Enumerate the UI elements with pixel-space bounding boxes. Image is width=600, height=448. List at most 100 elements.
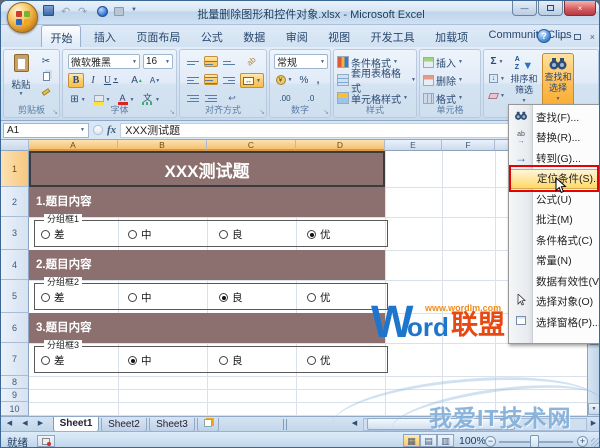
radio-option[interactable]: 良: [219, 354, 243, 367]
scroll-down-icon[interactable]: ▼: [588, 403, 599, 415]
font-dialog-launcher-icon[interactable]: ↘: [169, 109, 175, 116]
radio-option[interactable]: 中: [128, 228, 152, 241]
sheet-tab-sheet2[interactable]: Sheet2: [101, 418, 147, 432]
tab-split-handle[interactable]: [283, 419, 287, 430]
radio-option[interactable]: 差: [41, 291, 65, 304]
select-all-corner[interactable]: [1, 140, 29, 151]
redo-icon[interactable]: ↷: [78, 5, 87, 18]
radio-option[interactable]: 差: [41, 354, 65, 367]
font-name-select[interactable]: 微软雅黑 ▼: [68, 54, 140, 69]
autosum-icon[interactable]: Σ ▼: [488, 55, 506, 68]
column-header-f[interactable]: F: [442, 140, 495, 151]
column-header-e[interactable]: E: [385, 140, 442, 151]
copy-icon[interactable]: [38, 70, 54, 83]
row-header-10[interactable]: 10: [1, 402, 29, 416]
menu-item-data-validation[interactable]: 数据有效性(V): [509, 271, 599, 292]
radio-option-selected[interactable]: 优: [307, 228, 331, 241]
macro-record-button[interactable]: [37, 435, 55, 447]
row-header-1[interactable]: 1: [1, 151, 29, 187]
row-header-3[interactable]: 3: [1, 217, 29, 250]
office-button[interactable]: [7, 2, 38, 33]
tab-home[interactable]: 开始: [41, 25, 82, 49]
radio-option[interactable]: 差: [41, 228, 65, 241]
italic-button[interactable]: I: [86, 73, 100, 88]
hscroll-right-icon[interactable]: ▶: [588, 417, 599, 431]
decrease-indent-icon[interactable]: [186, 92, 200, 103]
align-bottom-icon[interactable]: [222, 56, 236, 67]
name-box[interactable]: A1 ▼: [3, 122, 89, 138]
radio-option-selected[interactable]: 良: [219, 291, 243, 304]
row-header-6[interactable]: 6: [1, 313, 29, 343]
number-format-select[interactable]: 常规 ▼: [274, 54, 328, 69]
row-header-7[interactable]: 7: [1, 343, 29, 376]
workbook-minimize-icon[interactable]: —: [558, 32, 567, 42]
qat-more-dropdown-icon[interactable]: ▼: [131, 7, 137, 13]
restore-button[interactable]: [538, 1, 563, 19]
section-heading-2[interactable]: 2.题目内容: [29, 250, 385, 280]
format-as-table-button[interactable]: 套用表格格式 ▼: [337, 69, 416, 95]
tab-page-layout[interactable]: 页面布局: [128, 25, 188, 48]
clip-icon[interactable]: [114, 7, 124, 19]
cut-icon[interactable]: ✂: [38, 55, 54, 68]
delete-cells-button[interactable]: 删除 ▼: [423, 71, 463, 89]
prev-sheet-icon[interactable]: ◀: [19, 417, 30, 431]
menu-item-comments[interactable]: 批注(M): [509, 210, 599, 231]
sheet-tab-sheet3[interactable]: Sheet3: [149, 418, 195, 432]
close-button[interactable]: ×: [564, 1, 596, 19]
workbook-close-icon[interactable]: ×: [590, 32, 595, 42]
name-box-dropdown-icon[interactable]: ▼: [80, 127, 85, 133]
menu-item-find[interactable]: 查找(F)...: [509, 107, 599, 128]
zoom-level-label[interactable]: 100%: [459, 435, 486, 447]
minimize-button[interactable]: —: [512, 1, 537, 19]
column-header-a[interactable]: A: [29, 140, 118, 151]
page-layout-view-button[interactable]: ▤: [420, 434, 437, 447]
tab-formulas[interactable]: 公式: [193, 25, 231, 48]
find-select-button[interactable]: 查找和选择 ▼: [542, 53, 574, 111]
tab-insert[interactable]: 插入: [86, 25, 124, 48]
radio-option-selected[interactable]: 中: [128, 354, 152, 367]
next-sheet-icon[interactable]: ▶: [35, 417, 46, 431]
menu-item-conditional-formatting[interactable]: 条件格式(C): [509, 230, 599, 251]
paste-button[interactable]: 粘贴 ▼: [8, 54, 34, 104]
zoom-out-icon[interactable]: −: [485, 436, 496, 447]
orientation-icon[interactable]: ab: [240, 50, 263, 72]
help-icon[interactable]: ?: [537, 29, 551, 43]
sort-filter-button[interactable]: AZ ▼ 排序和筛选 ▼: [508, 53, 540, 111]
currency-icon[interactable]: ¥ ▼: [274, 73, 294, 87]
menu-item-select-objects[interactable]: 选择对象(O): [509, 292, 599, 313]
page-break-view-button[interactable]: ▥: [437, 434, 454, 447]
menu-item-selection-pane[interactable]: 选择窗格(P)...: [509, 312, 599, 333]
row-header-8[interactable]: 8: [1, 376, 29, 389]
increase-indent-icon[interactable]: [204, 92, 218, 103]
number-dialog-launcher-icon[interactable]: ↘: [323, 109, 329, 116]
record-icon[interactable]: [97, 6, 108, 20]
align-top-icon[interactable]: [186, 56, 200, 67]
column-header-c[interactable]: C: [207, 140, 296, 151]
workbook-restore-icon[interactable]: [574, 32, 581, 42]
resize-grip[interactable]: [591, 438, 599, 447]
first-sheet-icon[interactable]: ◀: [4, 417, 15, 431]
menu-item-goto[interactable]: → 转到(G)...: [509, 148, 599, 169]
row-header-2[interactable]: 2: [1, 187, 29, 217]
percent-icon[interactable]: %: [298, 73, 310, 87]
tab-developer[interactable]: 开发工具: [363, 25, 423, 48]
shrink-font-icon[interactable]: A ▼: [147, 73, 163, 88]
menu-item-replace[interactable]: ab → 替换(R)...: [509, 128, 599, 149]
radio-option[interactable]: 优: [307, 354, 331, 367]
column-header-b[interactable]: B: [118, 140, 207, 151]
fill-icon[interactable]: ↓ ▼: [488, 72, 506, 85]
menu-item-constants[interactable]: 常量(N): [509, 251, 599, 272]
tab-addins[interactable]: 加载项: [427, 25, 476, 48]
format-painter-icon[interactable]: [38, 85, 54, 98]
align-right-icon[interactable]: [222, 74, 236, 85]
insert-function-icon[interactable]: fx: [107, 124, 116, 136]
row-header-4[interactable]: 4: [1, 250, 29, 280]
comma-icon[interactable]: ,: [313, 73, 323, 87]
align-left-icon[interactable]: [186, 74, 200, 85]
align-middle-icon[interactable]: [204, 56, 218, 67]
undo-icon[interactable]: ↶: [61, 5, 70, 18]
insert-cells-button[interactable]: 插入 ▼: [423, 53, 463, 71]
cell-a1-title[interactable]: XXX测试题: [29, 151, 385, 187]
section-heading-1[interactable]: 1.题目内容: [29, 187, 385, 217]
radio-option[interactable]: 中: [128, 291, 152, 304]
